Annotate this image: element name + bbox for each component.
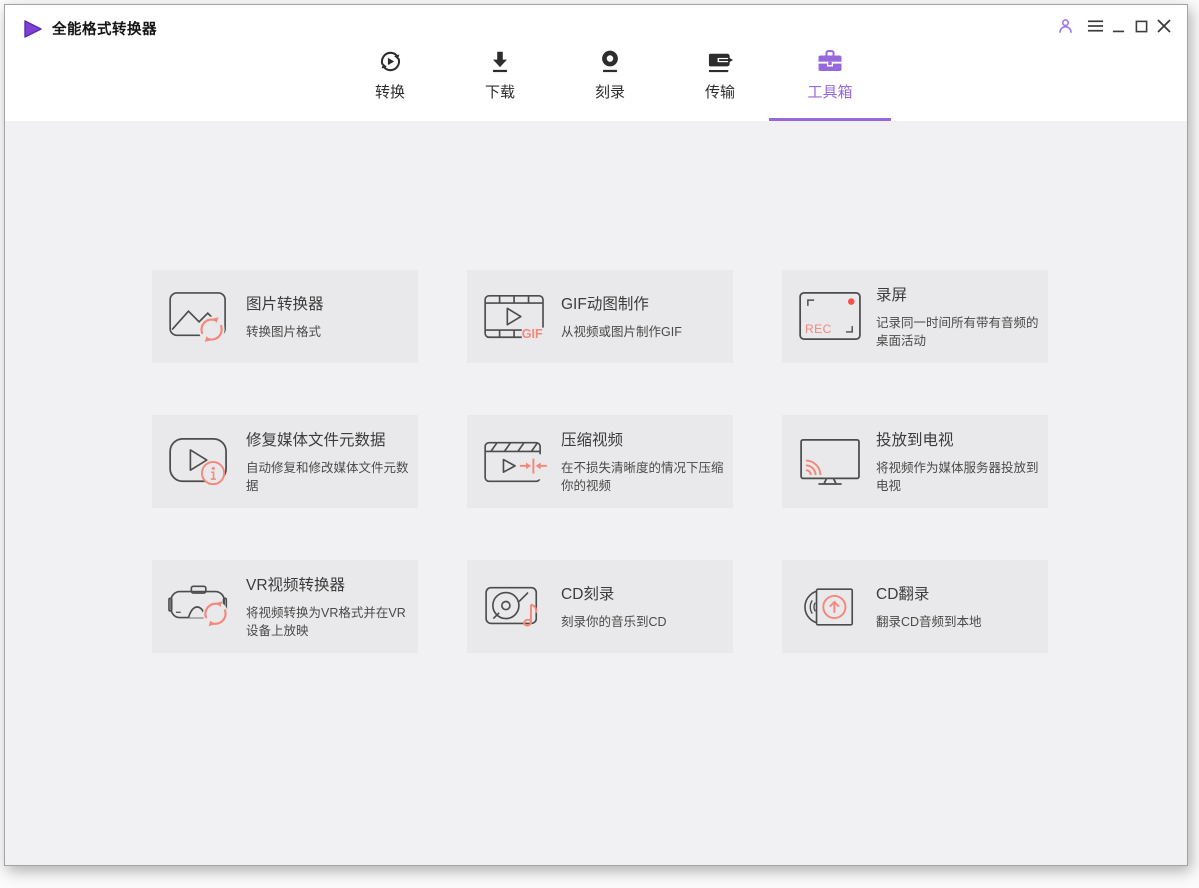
cd-burn-icon xyxy=(483,580,549,634)
toolbox-icon xyxy=(816,47,844,75)
card-text: 投放到电视将视频作为媒体服务器投放到电视 xyxy=(876,428,1040,495)
card-cd-burn[interactable]: CD刻录刻录你的音乐到CD xyxy=(467,560,733,653)
card-subtitle: 在不损失清晰度的情况下压缩你的视频 xyxy=(561,461,724,493)
convert-icon xyxy=(377,48,404,75)
card-text: VR视频转换器将视频转换为VR格式并在VR设备上放映 xyxy=(246,573,410,640)
card-text: 修复媒体文件元数据自动修复和修改媒体文件元数据 xyxy=(246,428,410,495)
card-subtitle: 将视频转换为VR格式并在VR设备上放映 xyxy=(246,606,406,638)
card-title: GIF动图制作 xyxy=(561,296,649,313)
compress-video-icon xyxy=(483,435,549,489)
tab-icon-wrap xyxy=(597,41,623,75)
card-icon-wrap xyxy=(482,435,550,489)
card-screen-record[interactable]: REC 录屏记录同一时间所有带有音频的桌面活动 xyxy=(782,270,1048,363)
screen-record-icon: REC xyxy=(798,290,864,344)
card-title: 投放到电视 xyxy=(876,432,954,449)
card-vr-converter[interactable]: VR视频转换器将视频转换为VR格式并在VR设备上放映 xyxy=(152,560,418,653)
menu-button[interactable] xyxy=(1084,15,1106,37)
account-button[interactable] xyxy=(1054,15,1076,37)
cast-to-tv-icon xyxy=(798,435,864,489)
tab-download[interactable]: 下载 xyxy=(445,41,555,121)
close-icon xyxy=(1157,19,1171,33)
app-title: 全能格式转换器 xyxy=(52,22,157,38)
transfer-icon xyxy=(707,48,734,75)
fix-metadata-icon xyxy=(168,435,234,489)
tab-label: 转换 xyxy=(374,84,405,101)
card-subtitle: 翻录CD音频到本地 xyxy=(876,615,982,629)
hamburger-icon xyxy=(1087,19,1104,33)
svg-text:GIF: GIF xyxy=(522,327,543,341)
nav-tabs: 转换 下载 刻录 传输 工具箱 xyxy=(335,41,891,121)
card-text: CD翻录翻录CD音频到本地 xyxy=(876,582,982,631)
card-cd-rip[interactable]: CD翻录翻录CD音频到本地 xyxy=(782,560,1048,653)
card-subtitle: 转换图片格式 xyxy=(246,325,322,339)
minimize-icon xyxy=(1112,20,1125,33)
tab-label: 刻录 xyxy=(594,84,625,101)
main-area: 图片转换器转换图片格式 GIF GIF动图制作从视频或图片制作GIF REC 录… xyxy=(5,121,1187,865)
card-icon-wrap xyxy=(797,435,865,489)
burn-icon xyxy=(597,48,623,75)
card-subtitle: 将视频作为媒体服务器投放到电视 xyxy=(876,461,1039,493)
tab-icon-wrap xyxy=(816,41,844,75)
cd-rip-icon xyxy=(798,580,864,634)
card-subtitle: 从视频或图片制作GIF xyxy=(561,325,682,339)
card-subtitle: 自动修复和修改媒体文件元数据 xyxy=(246,461,409,493)
vr-converter-icon xyxy=(168,580,234,634)
card-cast-to-tv[interactable]: 投放到电视将视频作为媒体服务器投放到电视 xyxy=(782,415,1048,508)
card-subtitle: 刻录你的音乐到CD xyxy=(561,615,667,629)
tab-icon-wrap xyxy=(487,41,513,75)
download-icon xyxy=(487,48,513,75)
card-fix-metadata[interactable]: 修复媒体文件元数据自动修复和修改媒体文件元数据 xyxy=(152,415,418,508)
close-button[interactable] xyxy=(1153,15,1175,37)
toolbox-grid: 图片转换器转换图片格式 GIF GIF动图制作从视频或图片制作GIF REC 录… xyxy=(5,121,1187,653)
card-text: CD刻录刻录你的音乐到CD xyxy=(561,582,667,631)
minimize-button[interactable] xyxy=(1107,15,1129,37)
tab-icon-wrap xyxy=(707,41,734,75)
app-window: 全能格式转换器 转换 下载 刻录 传输 工具箱 图片转换器 转换图片格式 GIF… xyxy=(4,4,1188,866)
tab-label: 下载 xyxy=(484,84,515,101)
tab-icon-wrap xyxy=(377,41,404,75)
header: 全能格式转换器 转换 下载 刻录 传输 工具箱 xyxy=(5,5,1187,121)
card-icon-wrap: REC xyxy=(797,290,865,344)
card-title: 录屏 xyxy=(876,287,908,304)
card-title: 压缩视频 xyxy=(561,432,624,449)
card-icon-wrap xyxy=(482,580,550,634)
tab-label: 传输 xyxy=(704,84,735,101)
tab-convert[interactable]: 转换 xyxy=(335,41,445,121)
tab-transfer[interactable]: 传输 xyxy=(665,41,775,121)
card-title: VR视频转换器 xyxy=(246,577,346,594)
card-icon-wrap xyxy=(167,580,235,634)
tab-burn[interactable]: 刻录 xyxy=(555,41,665,121)
card-subtitle: 记录同一时间所有带有音频的桌面活动 xyxy=(876,316,1039,348)
card-icon-wrap xyxy=(797,580,865,634)
card-title: 修复媒体文件元数据 xyxy=(246,432,386,449)
card-gif-maker[interactable]: GIF GIF动图制作从视频或图片制作GIF xyxy=(467,270,733,363)
tab-toolbox[interactable]: 工具箱 xyxy=(769,41,891,121)
card-text: 录屏记录同一时间所有带有音频的桌面活动 xyxy=(876,283,1040,350)
window-controls xyxy=(1054,15,1175,37)
card-image-converter[interactable]: 图片转换器转换图片格式 xyxy=(152,270,418,363)
card-text: 图片转换器转换图片格式 xyxy=(246,292,324,341)
gif-maker-icon: GIF xyxy=(483,290,549,344)
card-icon-wrap: GIF xyxy=(482,290,550,344)
card-compress-video[interactable]: 压缩视频在不损失清晰度的情况下压缩你的视频 xyxy=(467,415,733,508)
image-converter-icon xyxy=(168,290,234,344)
card-title: 图片转换器 xyxy=(246,296,324,313)
card-text: GIF动图制作从视频或图片制作GIF xyxy=(561,292,682,341)
card-icon-wrap xyxy=(167,435,235,489)
tab-label: 工具箱 xyxy=(807,84,853,101)
user-icon xyxy=(1057,17,1074,35)
app-logo-icon xyxy=(23,19,43,38)
card-title: CD翻录 xyxy=(876,586,930,603)
maximize-icon xyxy=(1135,20,1148,33)
titlebar: 全能格式转换器 xyxy=(23,18,157,39)
maximize-button[interactable] xyxy=(1130,15,1152,37)
card-text: 压缩视频在不损失清晰度的情况下压缩你的视频 xyxy=(561,428,725,495)
card-title: CD刻录 xyxy=(561,586,615,603)
svg-text:REC: REC xyxy=(805,321,832,335)
card-icon-wrap xyxy=(167,290,235,344)
